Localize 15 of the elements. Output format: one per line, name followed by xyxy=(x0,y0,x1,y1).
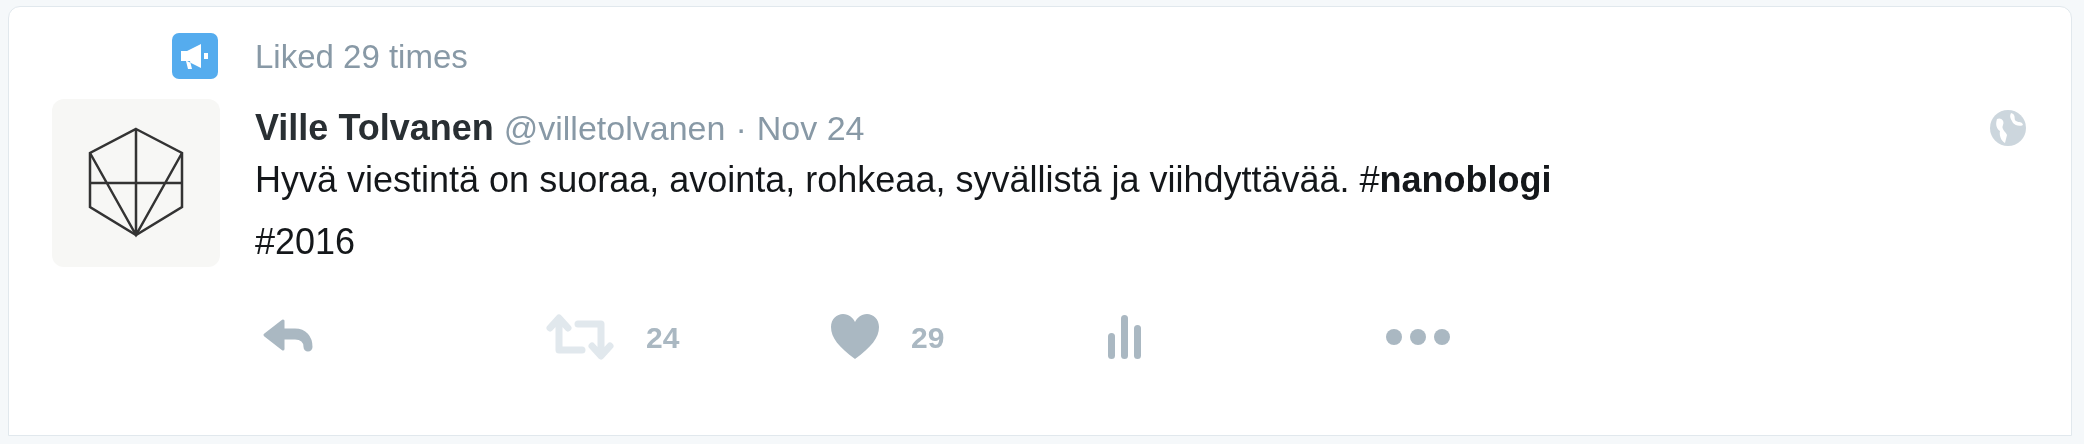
context-label: Liked 29 times xyxy=(255,39,468,73)
heart-icon xyxy=(829,313,881,361)
author-name[interactable]: Ville Tolvanen xyxy=(255,101,494,155)
globe-icon xyxy=(1989,109,2027,147)
megaphone-icon xyxy=(172,33,218,79)
more-button[interactable] xyxy=(1384,327,1452,347)
tweet-text: Hyvä viestintä on suoraa, avointa, rohkeaa, syvällistä ja viihdyttävää. #nanoblogi #2016 xyxy=(255,158,1553,264)
author-handle[interactable]: @villetolvanen xyxy=(503,102,726,154)
tweet-date[interactable]: Nov 24 xyxy=(756,102,865,154)
separator: · xyxy=(735,107,747,149)
avatar[interactable] xyxy=(52,99,220,267)
like-button[interactable]: 29 xyxy=(829,313,945,361)
retweet-icon xyxy=(544,314,616,360)
hexagon-logo-icon xyxy=(86,127,186,239)
more-icon xyxy=(1384,327,1452,347)
